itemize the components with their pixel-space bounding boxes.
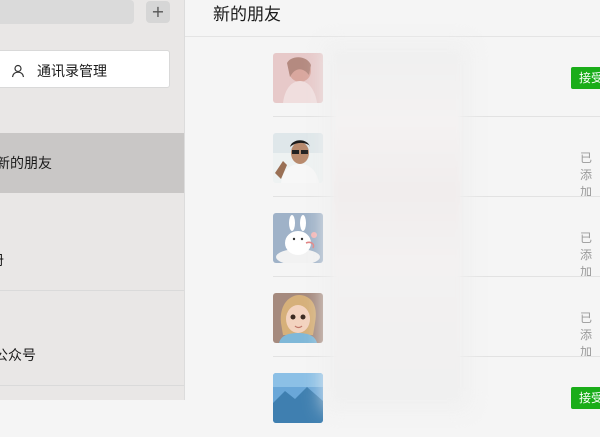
privacy-blur [334, 52, 460, 400]
page-title: 新的朋友 [213, 5, 281, 25]
sidebar: + 通讯录管理 新的朋友 册 公众号 [0, 0, 185, 400]
search-input[interactable] [0, 0, 134, 24]
added-status: 已添加 [580, 151, 593, 199]
added-status: 已添加 [580, 231, 593, 279]
sidebar-item-groups[interactable]: 册 [0, 230, 184, 291]
added-status: 已添加 [580, 311, 593, 359]
sidebar-item-label: 公众号 [0, 348, 36, 364]
sidebar-item-label: 册 [0, 250, 4, 270]
main-panel: 新的朋友 接受 990 [185, 0, 600, 423]
avatar[interactable] [273, 133, 323, 183]
accept-button[interactable]: 接受 [571, 67, 600, 89]
contacts-icon [11, 63, 25, 78]
contacts-manage-button[interactable]: 通讯录管理 [0, 50, 170, 88]
sidebar-item-new-friends[interactable]: 新的朋友 [0, 133, 184, 193]
avatar[interactable] [273, 293, 323, 343]
sidebar-item-official-accounts[interactable]: 公众号 [0, 325, 184, 386]
contacts-manage-label: 通讯录管理 [37, 64, 107, 80]
add-button[interactable]: + [146, 1, 170, 23]
accept-button[interactable]: 接受 [571, 387, 600, 409]
avatar[interactable] [273, 373, 323, 423]
avatar[interactable] [273, 213, 323, 263]
avatar[interactable] [273, 53, 323, 103]
sidebar-item-label: 新的朋友 [0, 156, 52, 172]
